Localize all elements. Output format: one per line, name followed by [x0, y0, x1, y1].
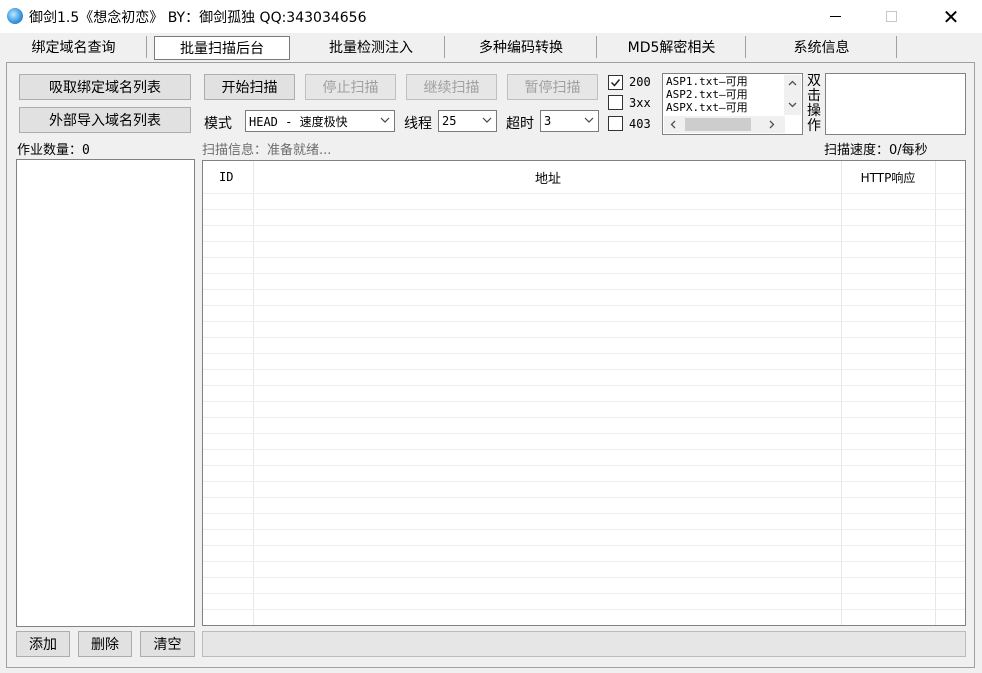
column-header-address[interactable]: 地址 [255, 161, 841, 193]
grid-row-divider [203, 529, 965, 530]
dictionary-list[interactable]: ASP1.txt—可用 ASP2.txt—可用 ASPX.txt—可用 [662, 73, 803, 135]
task-count-label: 作业数量：0 [17, 143, 90, 158]
grid-row-divider [203, 481, 965, 482]
fetch-domain-list-button[interactable]: 吸取绑定域名列表 [19, 74, 191, 100]
chevron-down-icon[interactable] [787, 99, 798, 110]
grid-row-divider [203, 193, 965, 194]
horizontal-scrollbar[interactable] [664, 116, 785, 133]
threads-select[interactable]: 25 [438, 110, 497, 132]
chevron-right-icon[interactable] [766, 119, 777, 130]
grid-column-divider [841, 161, 842, 625]
grid-row-divider [203, 273, 965, 274]
checkmark-icon [610, 79, 621, 87]
grid-row-divider [203, 497, 965, 498]
threads-value: 25 [442, 114, 457, 128]
chevron-down-icon [584, 117, 594, 123]
operation-textarea[interactable] [825, 73, 966, 135]
scan-info-label: 扫描信息：准备就绪... [202, 143, 332, 158]
resume-scan-button[interactable]: 继续扫描 [406, 74, 497, 100]
grid-row-divider [203, 417, 965, 418]
column-header-http-response[interactable]: HTTP响应 [841, 161, 935, 193]
grid-row-divider [203, 593, 965, 594]
list-item[interactable]: ASPX.txt—可用 [666, 102, 748, 114]
add-button[interactable]: 添加 [16, 631, 70, 657]
grid-column-divider [935, 161, 936, 625]
tab-md5[interactable]: MD5解密相关 [597, 35, 746, 59]
grid-row-divider [203, 321, 965, 322]
double-click-hint: 双 击 操 作 [807, 73, 821, 134]
scroll-thumb[interactable] [685, 118, 751, 131]
maximize-icon [885, 11, 897, 22]
pause-scan-button[interactable]: 暂停扫描 [507, 74, 598, 100]
chevron-left-icon[interactable] [668, 119, 679, 130]
tab-encoding[interactable]: 多种编码转换 [445, 35, 597, 59]
grid-row-divider [203, 449, 965, 450]
minimize-button[interactable] [812, 0, 858, 33]
grid-row-divider [203, 225, 965, 226]
chevron-down-icon [380, 117, 390, 123]
chevron-down-icon [482, 117, 492, 123]
close-icon: ✕ [942, 4, 960, 29]
tab-batch-injection[interactable]: 批量检测注入 [297, 35, 445, 59]
clear-button[interactable]: 清空 [140, 631, 195, 657]
status-3xx-checkbox[interactable] [608, 95, 623, 110]
threads-label: 线程 [404, 116, 432, 132]
status-403-label: 403 [629, 117, 651, 131]
delete-button[interactable]: 删除 [78, 631, 132, 657]
list-item[interactable]: ASP1.txt—可用 [666, 76, 748, 88]
maximize-button[interactable] [868, 0, 914, 33]
grid-row-divider [203, 209, 965, 210]
timeout-label: 超时 [506, 116, 534, 132]
status-3xx-label: 3xx [629, 96, 651, 110]
status-403-checkbox[interactable] [608, 116, 623, 131]
grid-row-divider [203, 433, 965, 434]
vertical-scrollbar[interactable] [784, 75, 801, 115]
close-button[interactable]: ✕ [928, 0, 974, 33]
start-scan-button[interactable]: 开始扫描 [204, 74, 295, 100]
status-bar [202, 631, 966, 657]
tab-bar: 绑定域名查询 批量扫描后台 批量检测注入 多种编码转换 MD5解密相关 系统信息 [0, 33, 982, 61]
mode-label: 模式 [204, 116, 232, 132]
grid-row-divider [203, 513, 965, 514]
grid-row-divider [203, 305, 965, 306]
status-200-label: 200 [629, 75, 651, 89]
grid-row-divider [203, 369, 965, 370]
chevron-up-icon[interactable] [787, 78, 798, 89]
grid-row-divider [203, 353, 965, 354]
import-domain-list-button[interactable]: 外部导入域名列表 [19, 107, 191, 133]
grid-row-divider [203, 257, 965, 258]
scan-speed-label: 扫描速度：0/每秒 [824, 143, 928, 158]
grid-row-divider [203, 465, 965, 466]
minimize-icon [829, 16, 841, 17]
tab-system-info[interactable]: 系统信息 [746, 35, 897, 59]
grid-row-divider [203, 241, 965, 242]
results-grid[interactable]: ID 地址 HTTP响应 [202, 160, 966, 626]
column-header-id[interactable]: ID [219, 161, 233, 193]
timeout-value: 3 [544, 114, 552, 128]
title-bar: 御剑1.5《想念初恋》 BY：御剑孤独 QQ:343034656 ✕ [0, 0, 982, 33]
timeout-select[interactable]: 3 [540, 110, 599, 132]
grid-row-divider [203, 609, 965, 610]
window-title: 御剑1.5《想念初恋》 BY：御剑孤独 QQ:343034656 [29, 10, 367, 26]
tab-bind-domain[interactable]: 绑定域名查询 [0, 35, 147, 59]
grid-row-divider [203, 385, 965, 386]
list-item[interactable]: ASP2.txt—可用 [666, 89, 748, 101]
domain-list[interactable] [16, 159, 195, 627]
tab-batch-scan[interactable]: 批量扫描后台 [154, 36, 290, 60]
grid-row-divider [203, 289, 965, 290]
grid-row-divider [203, 561, 965, 562]
mode-value: HEAD - 速度极快 [249, 114, 348, 129]
grid-row-divider [203, 545, 965, 546]
grid-column-divider [253, 161, 254, 625]
status-200-checkbox[interactable] [608, 75, 623, 90]
stop-scan-button[interactable]: 停止扫描 [305, 74, 396, 100]
mode-select[interactable]: HEAD - 速度极快 [245, 110, 395, 132]
grid-row-divider [203, 337, 965, 338]
app-globe-icon [7, 8, 23, 24]
grid-row-divider [203, 401, 965, 402]
grid-row-divider [203, 577, 965, 578]
